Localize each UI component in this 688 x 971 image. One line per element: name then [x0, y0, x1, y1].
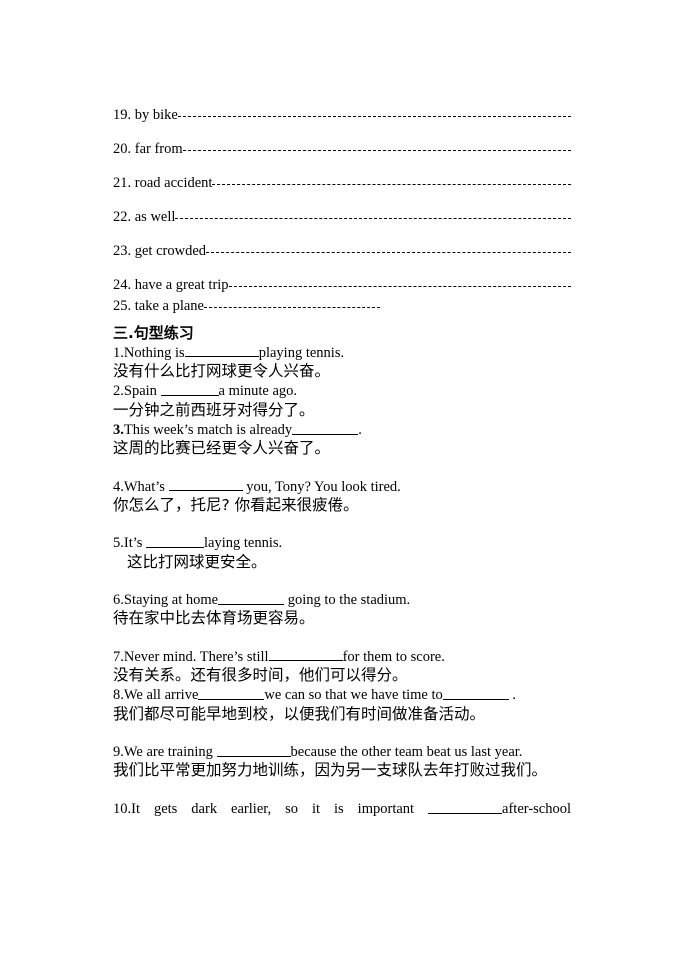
exercise-text-before: Nothing is	[123, 344, 185, 361]
exercise-number: 2.	[113, 383, 124, 400]
exercise-chinese-line: 我们比平常更加努力地训练，因为另一支球队去年打败过我们。	[113, 761, 548, 780]
exercise-text-before: Staying at home	[123, 591, 219, 608]
exercise-text-before: We all arrive	[123, 687, 199, 704]
vocabulary-answer-blank[interactable]	[204, 295, 380, 310]
exercise-blank[interactable]	[146, 533, 205, 549]
exercise-text-after: for them to score.	[342, 648, 445, 665]
exercise-number: 3.	[113, 421, 124, 438]
exercise-number: 7.	[113, 648, 124, 665]
exercise-text-before: What’s	[123, 478, 169, 495]
exercise-number: 8.	[113, 687, 124, 704]
vocabulary-label: 24. have a great trip	[113, 276, 229, 293]
vocabulary-list: 19. by bike 20. far from 21. road accide…	[113, 104, 572, 313]
vocabulary-answer-blank[interactable]	[228, 274, 572, 289]
exercise-number: 9.	[113, 743, 124, 760]
exercise-english-line: 3.This week’s match is already.	[113, 420, 571, 439]
exercise-text-before: Spain	[123, 383, 161, 400]
vocabulary-label: 23. get crowded	[113, 242, 207, 259]
exercise-english-line: 2.Spain a minute ago.	[113, 381, 571, 400]
exercise-blank[interactable]	[292, 420, 359, 435]
exercise-text-after: a minute ago.	[218, 383, 298, 400]
vocabulary-label: 25. take a plane	[113, 297, 204, 314]
exercise-text-before: This week’s match is already	[123, 421, 293, 438]
exercise-number: 10.	[113, 800, 132, 817]
vocabulary-answer-blank[interactable]	[206, 240, 571, 255]
exercise-english-line: 4.What’s you, Tony? You look tired.	[113, 477, 571, 496]
exercise-text-after: you, Tony? You look tired.	[242, 478, 401, 495]
exercise-blank[interactable]	[218, 590, 285, 605]
exercise-english-line: 7.Never mind. There’s still for them to s…	[113, 647, 571, 666]
vocabulary-label: 22. as well	[113, 208, 176, 225]
page-content: 19. by bike 20. far from 21. road accide…	[113, 104, 572, 818]
vocabulary-answer-blank[interactable]	[212, 172, 571, 187]
vocabulary-item: 24. have a great trip	[113, 274, 572, 293]
vocabulary-label: 19. by bike	[113, 106, 178, 123]
exercise-english-line: 9.We are training because the other team…	[113, 742, 571, 761]
exercise-text-middle: we can so that we have time to	[264, 687, 443, 704]
exercise-english-line: 1.Nothing is playing tennis.	[113, 343, 571, 362]
exercise-chinese-line: 我们都尽可能早地到校，以便我们有时间做准备活动。	[113, 704, 486, 723]
exercise-number: 1.	[113, 344, 124, 361]
exercise-blank[interactable]	[168, 477, 243, 492]
exercise-number: 6.	[113, 591, 124, 608]
exercise-text-before: Never mind. There’s still	[123, 648, 269, 665]
exercise-blank[interactable]	[428, 799, 503, 814]
vocabulary-label: 21. road accident	[113, 174, 213, 191]
vocabulary-label: 20. far from	[113, 140, 183, 157]
vocabulary-item: 20. far from	[113, 138, 572, 157]
exercise-text-after: .	[358, 421, 362, 438]
section-heading: 三.句型练习	[113, 324, 194, 342]
exercise-blank[interactable]	[268, 647, 343, 662]
exercise-blank[interactable]	[216, 742, 291, 757]
exercise-number: 5.	[113, 535, 124, 552]
exercise-blank[interactable]	[160, 381, 219, 397]
exercise-text-after: because the other team beat us last year…	[290, 743, 523, 760]
vocabulary-item: 19. by bike	[113, 104, 572, 123]
vocabulary-answer-blank[interactable]	[182, 138, 572, 153]
exercise-chinese-line: 待在家中比去体育场更容易。	[113, 609, 315, 628]
exercise-text-after: going to the stadium.	[284, 591, 411, 608]
document-page: 19. by bike 20. far from 21. road accide…	[0, 0, 688, 971]
exercise-english-line-justified: 10.It gets dark earlier, so it is import…	[113, 799, 571, 818]
exercise-blank[interactable]	[184, 343, 259, 358]
exercise-number: 4.	[113, 478, 124, 495]
exercise-list: 1.Nothing is playing tennis. 没有什么比打网球更令人兴…	[113, 343, 571, 818]
exercise-blank[interactable]	[198, 685, 265, 701]
exercise-text-before: It gets dark earlier, so it is important	[131, 800, 429, 817]
exercise-english-line: 6.Staying at home going to the stadium.	[113, 590, 571, 609]
exercise-blank-second[interactable]	[442, 685, 509, 701]
exercise-english-line: 5.It’s laying tennis.	[113, 533, 571, 552]
exercise-chinese-line: 一分钟之前西班牙对得分了。	[113, 400, 315, 419]
exercise-chinese-line: 没有关系。还有很多时间，他们可以得分。	[113, 665, 408, 684]
vocabulary-answer-blank[interactable]	[177, 104, 572, 119]
exercise-text-after: laying tennis.	[204, 535, 283, 552]
exercise-chinese-line: 这周的比赛已经更令人兴奋了。	[113, 439, 331, 458]
exercise-chinese-line: 没有什么比打网球更令人兴奋。	[113, 361, 331, 380]
vocabulary-answer-blank[interactable]	[175, 206, 571, 221]
vocabulary-item: 23. get crowded	[113, 240, 571, 258]
exercise-english-line: 8.We all arrive we can so that we have ti…	[113, 685, 571, 704]
exercise-text-before: We are training	[123, 743, 217, 760]
exercise-text-before: It’s	[123, 535, 147, 552]
exercise-text-after: after-school	[502, 800, 571, 817]
vocabulary-item: 25. take a plane	[113, 295, 571, 313]
vocabulary-item: 22. as well	[113, 206, 571, 224]
vocabulary-item: 21. road accident	[113, 172, 571, 190]
exercise-text-after: .	[508, 687, 517, 704]
exercise-chinese-line: 你怎么了，托尼? 你看起来很疲倦。	[113, 495, 359, 514]
exercise-chinese-line: 这比打网球更安全。	[127, 552, 267, 571]
exercise-text-after: playing tennis.	[258, 344, 345, 361]
